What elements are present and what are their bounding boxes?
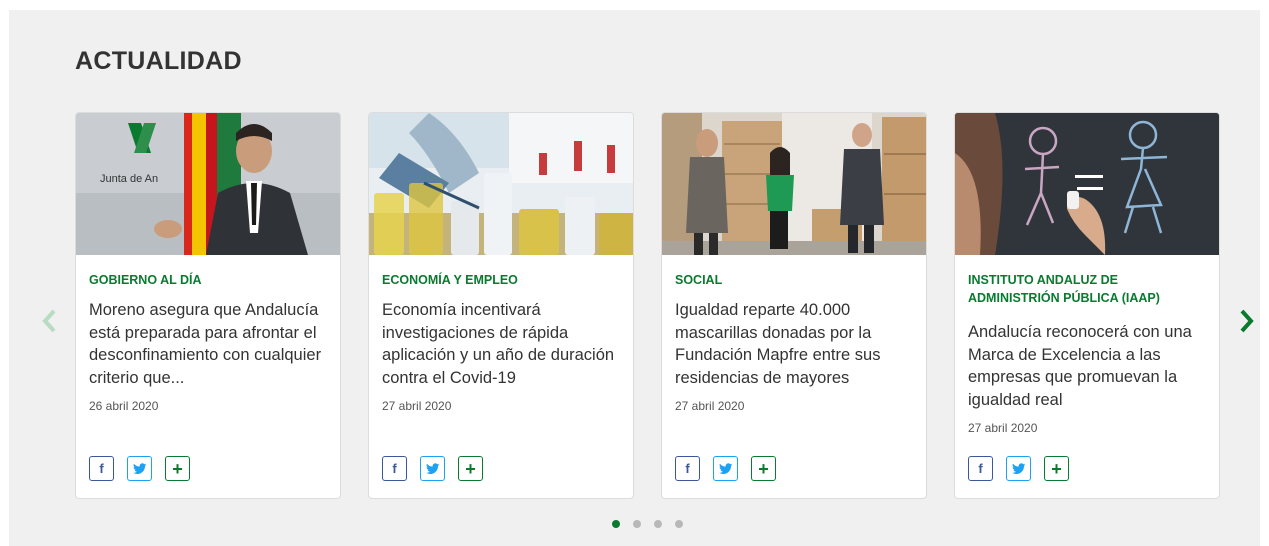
twitter-share-button[interactable] [127,456,152,481]
twitter-share-button[interactable] [420,456,445,481]
facebook-share-button[interactable]: f [382,456,407,481]
facebook-share-button[interactable]: f [89,456,114,481]
chevron-left-icon [42,309,56,333]
share-bar: f + [675,456,776,481]
news-card[interactable]: ECONOMÍA Y EMPLEO Economía incentivará i… [368,112,634,499]
news-headline[interactable]: Moreno asegura que Andalucía está prepar… [89,299,329,389]
news-card[interactable]: Junta de An GOBIERNO AL DÍA Moreno asegu… [75,112,341,499]
carousel-dot[interactable] [633,520,641,528]
twitter-share-button[interactable] [1006,456,1031,481]
carousel-dot[interactable] [675,520,683,528]
share-bar: f + [382,456,483,481]
facebook-share-button[interactable]: f [968,456,993,481]
news-image[interactable] [955,113,1219,255]
section-title: ACTUALIDAD [75,47,242,75]
carousel-dot[interactable] [654,520,662,528]
carousel-dot[interactable] [612,520,620,528]
plus-icon: + [465,458,476,479]
carousel-prev-button[interactable] [37,306,61,336]
news-category[interactable]: GOBIERNO AL DÍA [89,271,329,289]
news-image[interactable] [369,113,633,255]
news-section: ACTUALIDAD Junta de An GOBIERNO AL DÍA M… [9,10,1260,546]
more-share-button[interactable]: + [165,456,190,481]
twitter-icon [1011,462,1025,474]
facebook-icon: f [99,461,104,476]
news-image[interactable] [662,113,926,255]
more-share-button[interactable]: + [751,456,776,481]
news-image[interactable]: Junta de An [76,113,340,255]
facebook-share-button[interactable]: f [675,456,700,481]
news-category[interactable]: INSTITUTO ANDALUZ DE ADMINISTRIÓN PÚBLIC… [968,271,1208,307]
twitter-icon [132,462,146,474]
facebook-icon: f [685,461,690,476]
news-category[interactable]: SOCIAL [675,271,915,289]
news-date: 27 abril 2020 [675,399,745,413]
plus-icon: + [172,458,183,479]
twitter-icon [425,462,439,474]
twitter-share-button[interactable] [713,456,738,481]
news-date: 26 abril 2020 [89,399,159,413]
plus-icon: + [758,458,769,479]
news-category[interactable]: ECONOMÍA Y EMPLEO [382,271,622,289]
carousel-next-button[interactable] [1235,306,1259,336]
facebook-icon: f [392,461,397,476]
news-headline[interactable]: Andalucía reconocerá con una Marca de Ex… [968,321,1208,411]
more-share-button[interactable]: + [1044,456,1069,481]
facebook-icon: f [978,461,983,476]
share-bar: f + [89,456,190,481]
chevron-right-icon [1240,309,1254,333]
news-headline[interactable]: Igualdad reparte 40.000 mascarillas dona… [675,299,915,389]
news-headline[interactable]: Economía incentivará investigaciones de … [382,299,622,389]
share-bar: f + [968,456,1069,481]
news-date: 27 abril 2020 [382,399,452,413]
plus-icon: + [1051,458,1062,479]
twitter-icon [718,462,732,474]
news-card[interactable]: INSTITUTO ANDALUZ DE ADMINISTRIÓN PÚBLIC… [954,112,1220,499]
news-card[interactable]: SOCIAL Igualdad reparte 40.000 mascarill… [661,112,927,499]
news-date: 27 abril 2020 [968,421,1038,435]
more-share-button[interactable]: + [458,456,483,481]
image-caption: Junta de An [100,173,158,185]
carousel-pagination [612,520,683,528]
